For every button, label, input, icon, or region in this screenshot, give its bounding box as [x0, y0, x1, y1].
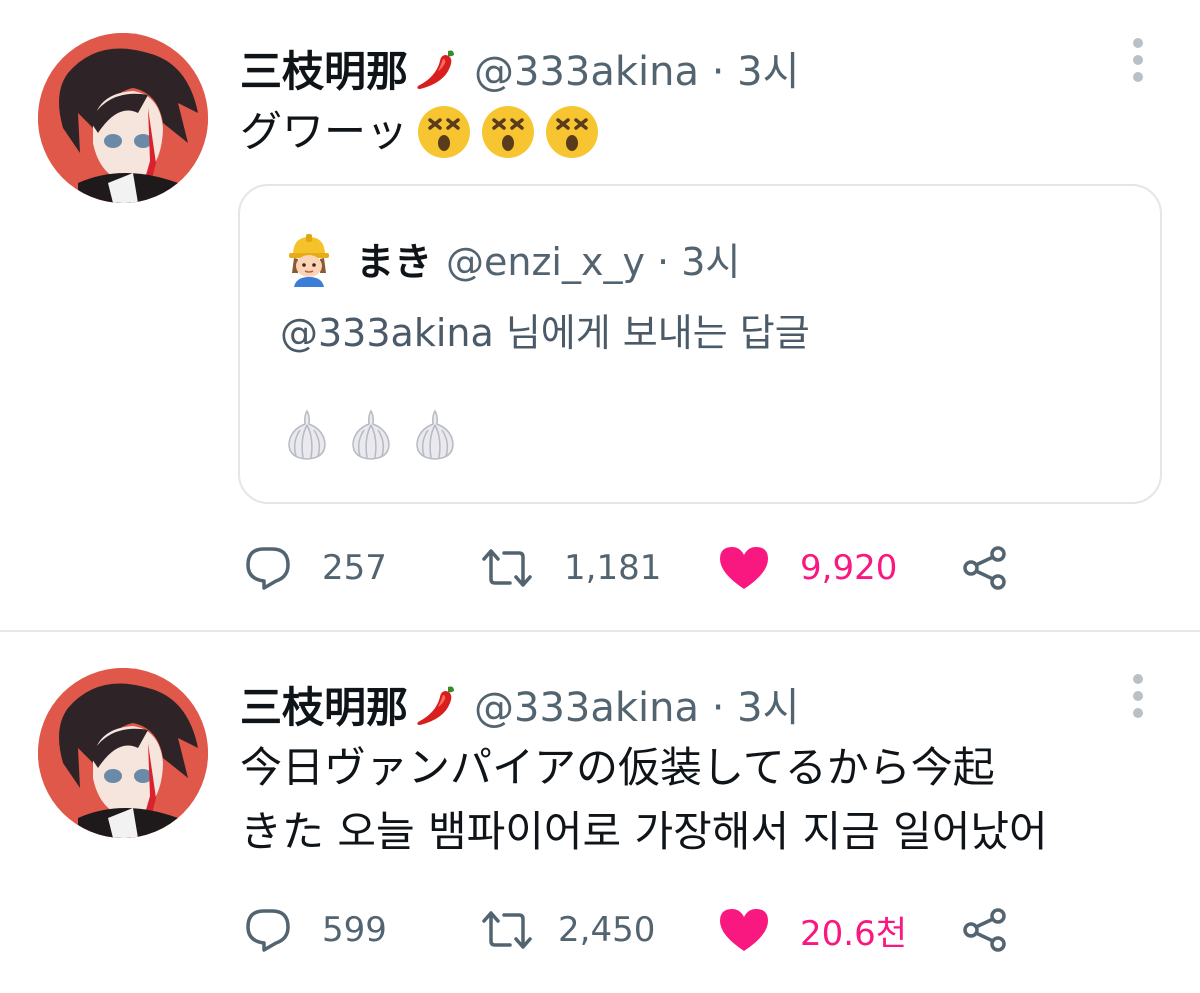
quoted-reply-to: @333akina 님에게 보내는 답글 — [280, 311, 810, 355]
share-icon — [963, 546, 1006, 590]
share-button[interactable] — [962, 540, 1008, 596]
retweet-button[interactable]: 1,181 — [480, 540, 661, 596]
like-count: 9,920 — [800, 548, 898, 588]
quoted-display-name[interactable]: まき — [356, 231, 432, 286]
avatar[interactable] — [38, 668, 208, 838]
retweet-icon — [482, 549, 532, 587]
reply-button[interactable]: 257 — [244, 540, 387, 596]
quoted-tweet-header: まき @enzi_x_y · 3시 — [280, 229, 740, 287]
display-name[interactable]: 三枝明那 — [240, 38, 408, 99]
heart-icon — [720, 547, 768, 589]
avatar[interactable] — [38, 33, 208, 203]
like-button[interactable]: 20.6천 — [718, 902, 907, 958]
reply-button[interactable]: 599 — [244, 902, 387, 958]
retweet-count: 1,181 — [564, 548, 662, 588]
dot-icon — [1133, 72, 1143, 82]
handle-and-time[interactable]: @333akina · 3시 — [474, 675, 799, 733]
heart-icon — [720, 909, 768, 951]
tweet-action-bar: 599 2,450 20.6천 — [240, 902, 1040, 958]
garlic-icon — [288, 409, 326, 460]
reply-icon — [246, 909, 290, 952]
reply-count: 599 — [322, 910, 387, 950]
construction-worker-icon[interactable] — [280, 229, 338, 287]
avatar-illustration — [38, 33, 208, 203]
dot-icon — [1133, 55, 1143, 65]
chili-pepper-icon — [417, 686, 455, 725]
tweet-text: グワーッ — [240, 100, 600, 164]
like-count: 20.6천 — [800, 913, 907, 954]
more-options-button[interactable] — [1126, 38, 1150, 84]
chili-pepper-icon — [417, 50, 455, 89]
reply-count: 257 — [322, 548, 387, 588]
share-button[interactable] — [962, 902, 1008, 958]
display-name[interactable]: 三枝明那 — [240, 674, 408, 735]
garlic-icon — [352, 409, 390, 460]
quoted-handle-and-time[interactable]: @enzi_x_y · 3시 — [446, 231, 740, 286]
tweet-text-line: 今日ヴァンパイアの仮装してるから今起 — [240, 743, 995, 792]
retweet-button[interactable]: 2,450 — [480, 902, 655, 958]
tweet-text-content: グワーッ — [240, 107, 409, 156]
retweet-icon — [482, 911, 532, 949]
tweet-header: 三枝明那 @333akina · 3시 — [240, 674, 799, 734]
tweet-text: 今日ヴァンパイアの仮装してるから今起 きた 오늘 뱀파이어로 가장해서 지금 일… — [240, 736, 1048, 864]
tweet-header: 三枝明那 @333akina · 3시 — [240, 38, 799, 98]
dizzy-face-icon — [546, 106, 599, 158]
retweet-count: 2,450 — [558, 910, 656, 950]
dot-icon — [1133, 38, 1143, 48]
tweet-text-line: きた 오늘 뱀파이어로 가장해서 지금 일어났어 — [240, 807, 1048, 856]
tweet[interactable]: 三枝明那 @333akina · 3시 グワーッ まき @enzi_x_y · … — [0, 0, 1200, 630]
share-icon — [963, 908, 1006, 952]
quoted-tweet-card[interactable]: まき @enzi_x_y · 3시 @333akina 님에게 보내는 답글 — [238, 184, 1162, 504]
tweet-action-bar: 257 1,181 9,920 — [240, 540, 1040, 596]
dizzy-face-icon — [482, 106, 535, 158]
handle-and-time[interactable]: @333akina · 3시 — [474, 39, 799, 97]
reply-icon — [246, 547, 290, 590]
tweet[interactable]: 三枝明那 @333akina · 3시 今日ヴァンパイアの仮装してるから今起 き… — [0, 632, 1200, 993]
like-button[interactable]: 9,920 — [718, 540, 897, 596]
dizzy-face-icon — [418, 106, 471, 158]
quoted-tweet-text — [280, 408, 472, 462]
garlic-icon — [416, 409, 454, 460]
avatar-illustration — [38, 668, 208, 838]
